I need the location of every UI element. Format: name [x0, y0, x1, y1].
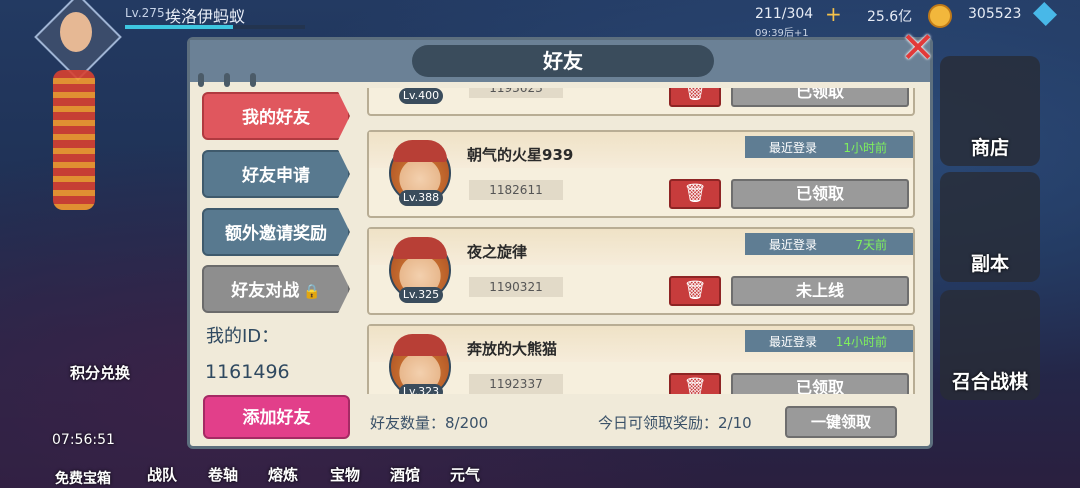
- friend-card: Lv.323 奔放的大熊猫 1192337 最近登录 14小时前 🗑 已领取: [367, 324, 915, 394]
- friend-avatar-hat: [393, 140, 447, 162]
- friend-card: Lv.388 朝气的火星939 1182611 最近登录 1小时前 🗑 已领取: [367, 130, 915, 218]
- xp-bar: [125, 25, 305, 29]
- close-x-icon[interactable]: ✕: [898, 27, 938, 69]
- dungeon-label: 副本: [970, 253, 1009, 275]
- last-login-tag: 最近登录 14小时前: [745, 330, 913, 352]
- offline-button[interactable]: 未上线: [731, 276, 909, 306]
- chest-timer: 07:56:51: [52, 432, 115, 448]
- tab-friend-battle-label: 好友对战: [231, 281, 300, 301]
- tab-extra-invite-rewards[interactable]: 额外邀请奖励: [202, 208, 350, 256]
- firecracker-decoration: [53, 70, 95, 210]
- friend-avatar-hat: [393, 237, 447, 259]
- player-name: 埃洛伊蚂蚁: [165, 7, 246, 26]
- player-avatar[interactable]: [60, 12, 92, 52]
- friend-card: Lv.400 1193623 🗑 已领取: [367, 88, 915, 116]
- add-stamina-icon[interactable]: +: [825, 2, 842, 26]
- claim-all-button[interactable]: 一键领取: [785, 406, 897, 438]
- claim-button[interactable]: 已领取: [731, 373, 909, 394]
- header-dots: [198, 72, 276, 91]
- last-login-tag: 最近登录 1小时前: [745, 136, 913, 158]
- friend-level: Lv.388: [399, 190, 443, 206]
- bottom-menu-scroll[interactable]: 卷轴: [208, 464, 238, 485]
- tab-friend-requests[interactable]: 好友申请: [202, 150, 350, 198]
- friend-id: 1190321: [469, 277, 563, 297]
- tab-my-friends[interactable]: 我的好友: [202, 92, 350, 140]
- auto-chess-button[interactable]: 召合战棋: [940, 290, 1040, 400]
- shop-label: 商店: [970, 137, 1009, 159]
- last-login-time: 14小时前: [835, 335, 887, 349]
- bottom-menu-treasure[interactable]: 宝物: [330, 464, 360, 485]
- friend-name: 夜之旋律: [467, 243, 528, 261]
- claim-button[interactable]: 已领取: [731, 88, 909, 107]
- auto-chess-label: 召合战棋: [951, 371, 1028, 393]
- points-exchange-label[interactable]: 积分兑换: [70, 362, 130, 383]
- last-login-time: 7天前: [855, 238, 887, 252]
- trash-icon[interactable]: 🗑: [669, 373, 721, 394]
- stamina-value: 211/304: [755, 6, 814, 22]
- friend-name: 朝气的火星939: [467, 146, 574, 164]
- trash-icon[interactable]: 🗑: [669, 276, 721, 306]
- tab-friend-battle[interactable]: 好友对战 🔒: [202, 265, 350, 313]
- bottom-menu-tavern[interactable]: 酒馆: [390, 464, 420, 485]
- friend-id: 1192337: [469, 374, 563, 394]
- last-login-label: 最近登录: [769, 335, 818, 349]
- free-chest-label[interactable]: 免费宝箱: [55, 468, 111, 488]
- bottom-menu-vitality[interactable]: 元气: [450, 464, 480, 485]
- last-login-label: 最近登录: [769, 141, 818, 155]
- trash-icon[interactable]: 🗑: [669, 88, 721, 107]
- friend-list[interactable]: Lv.400 1193623 🗑 已领取 Lv.388 朝气的火星939 118…: [363, 88, 921, 394]
- reward-count: 今日可领取奖励：2/10: [598, 414, 752, 432]
- friend-count: 好友数量：8/200: [370, 414, 489, 432]
- dungeon-button[interactable]: 副本: [940, 172, 1040, 282]
- friend-level: Lv.400: [399, 88, 443, 104]
- friend-level: Lv.325: [399, 287, 443, 303]
- dialog-title: 好友: [412, 45, 714, 77]
- friend-name: 奔放的大熊猫: [467, 340, 558, 358]
- xp-bar-fill: [125, 25, 233, 29]
- trash-icon[interactable]: 🗑: [669, 179, 721, 209]
- last-login-label: 最近登录: [769, 238, 818, 252]
- friend-id: 1193623: [469, 88, 563, 98]
- lock-icon: 🔒: [303, 284, 321, 300]
- claim-button[interactable]: 已领取: [731, 179, 909, 209]
- gem-value: 305523: [968, 6, 1022, 22]
- add-friend-button[interactable]: 添加好友: [203, 395, 350, 439]
- friend-card: Lv.325 夜之旋律 1190321 最近登录 7天前 🗑 未上线: [367, 227, 915, 315]
- last-login-time: 1小时前: [843, 141, 887, 155]
- bottom-menu-smelt[interactable]: 熔炼: [268, 464, 298, 485]
- last-login-tag: 最近登录 7天前: [745, 233, 913, 255]
- my-id-value: 1161496: [205, 361, 290, 383]
- player-level: Lv.275: [125, 6, 165, 20]
- bottom-menu-team[interactable]: 战队: [147, 464, 177, 485]
- my-id-label: 我的ID：: [206, 326, 280, 347]
- friend-level: Lv.323: [399, 384, 443, 394]
- shop-button[interactable]: 商店: [940, 56, 1040, 166]
- friend-avatar-hat: [393, 334, 447, 356]
- dialog-header: 好友: [190, 40, 930, 87]
- friend-id: 1182611: [469, 180, 563, 200]
